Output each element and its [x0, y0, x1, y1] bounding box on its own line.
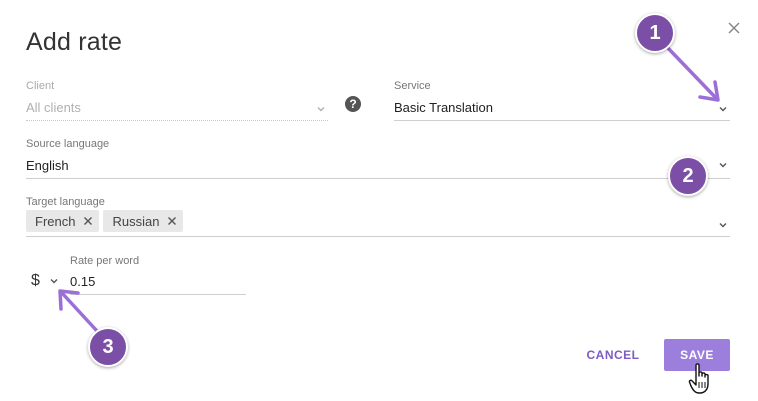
- cancel-button[interactable]: CANCEL: [578, 340, 648, 370]
- annotation-badge-2: 2: [668, 156, 708, 196]
- hand-cursor-icon: [688, 363, 709, 394]
- chip-label: Russian: [112, 213, 160, 229]
- source-language-select[interactable]: Source language English: [26, 138, 730, 179]
- rate-per-word-input[interactable]: Rate per word 0.15: [70, 255, 246, 295]
- chip-label: French: [35, 213, 76, 229]
- chevron-down-icon: [719, 163, 727, 168]
- target-language-chips: French Russian: [26, 210, 184, 232]
- language-chip-french: French: [26, 210, 100, 232]
- client-select[interactable]: Client All clients: [26, 80, 328, 121]
- service-value: Basic Translation: [394, 100, 493, 115]
- client-value: All clients: [26, 100, 81, 115]
- dialog-title: Add rate: [26, 28, 123, 56]
- chevron-down-icon[interactable]: [49, 276, 59, 286]
- annotation-arrow-3: [58, 289, 99, 333]
- chevron-down-icon: [719, 107, 727, 112]
- chevron-down-icon: [317, 107, 325, 112]
- close-icon[interactable]: [724, 18, 744, 38]
- rate-per-word-value: 0.15: [70, 274, 96, 289]
- target-language-label: Target language: [26, 196, 105, 208]
- help-icon[interactable]: ?: [345, 96, 361, 112]
- annotation-badge-3: 3: [88, 327, 128, 367]
- service-label: Service: [394, 80, 431, 92]
- close-icon[interactable]: [83, 216, 93, 226]
- service-select[interactable]: Service Basic Translation: [394, 80, 730, 121]
- currency-symbol[interactable]: $: [31, 272, 40, 290]
- rate-per-word-label: Rate per word: [70, 255, 140, 267]
- target-language-select[interactable]: Target language French Russian: [26, 196, 730, 237]
- add-rate-dialog: Add rate Client All clients ? Service Ba…: [0, 0, 758, 401]
- close-icon[interactable]: [167, 216, 177, 226]
- source-language-value: English: [26, 158, 69, 173]
- client-label: Client: [26, 80, 55, 92]
- chevron-down-icon: [719, 223, 727, 228]
- annotation-badge-1: 1: [635, 13, 675, 53]
- language-chip-russian: Russian: [103, 210, 184, 232]
- source-language-label: Source language: [26, 138, 110, 150]
